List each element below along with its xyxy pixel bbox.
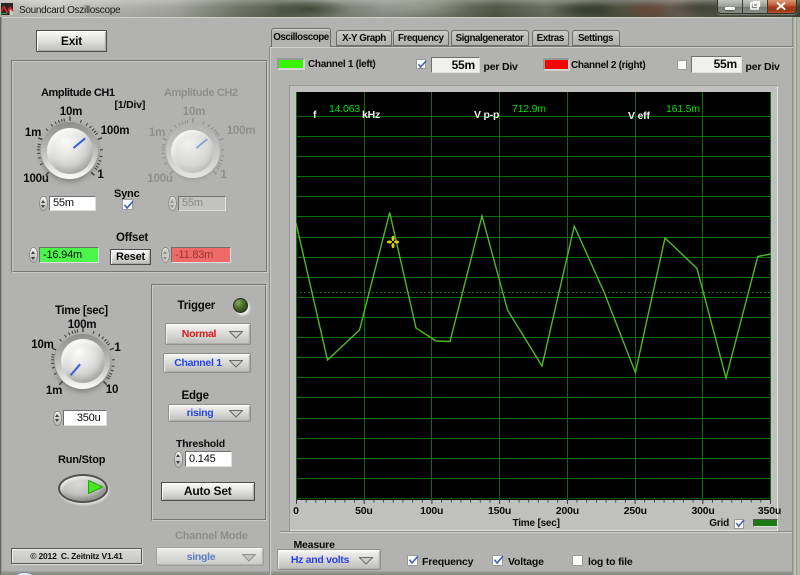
svg-text:kHz: kHz xyxy=(362,109,380,121)
svg-text:712.9m: 712.9m xyxy=(512,103,546,115)
svg-text:14.063: 14.063 xyxy=(329,103,360,115)
svg-text:V p-p: V p-p xyxy=(474,109,499,121)
svg-text:161.5m: 161.5m xyxy=(666,103,700,115)
svg-text:V eff: V eff xyxy=(628,110,650,122)
